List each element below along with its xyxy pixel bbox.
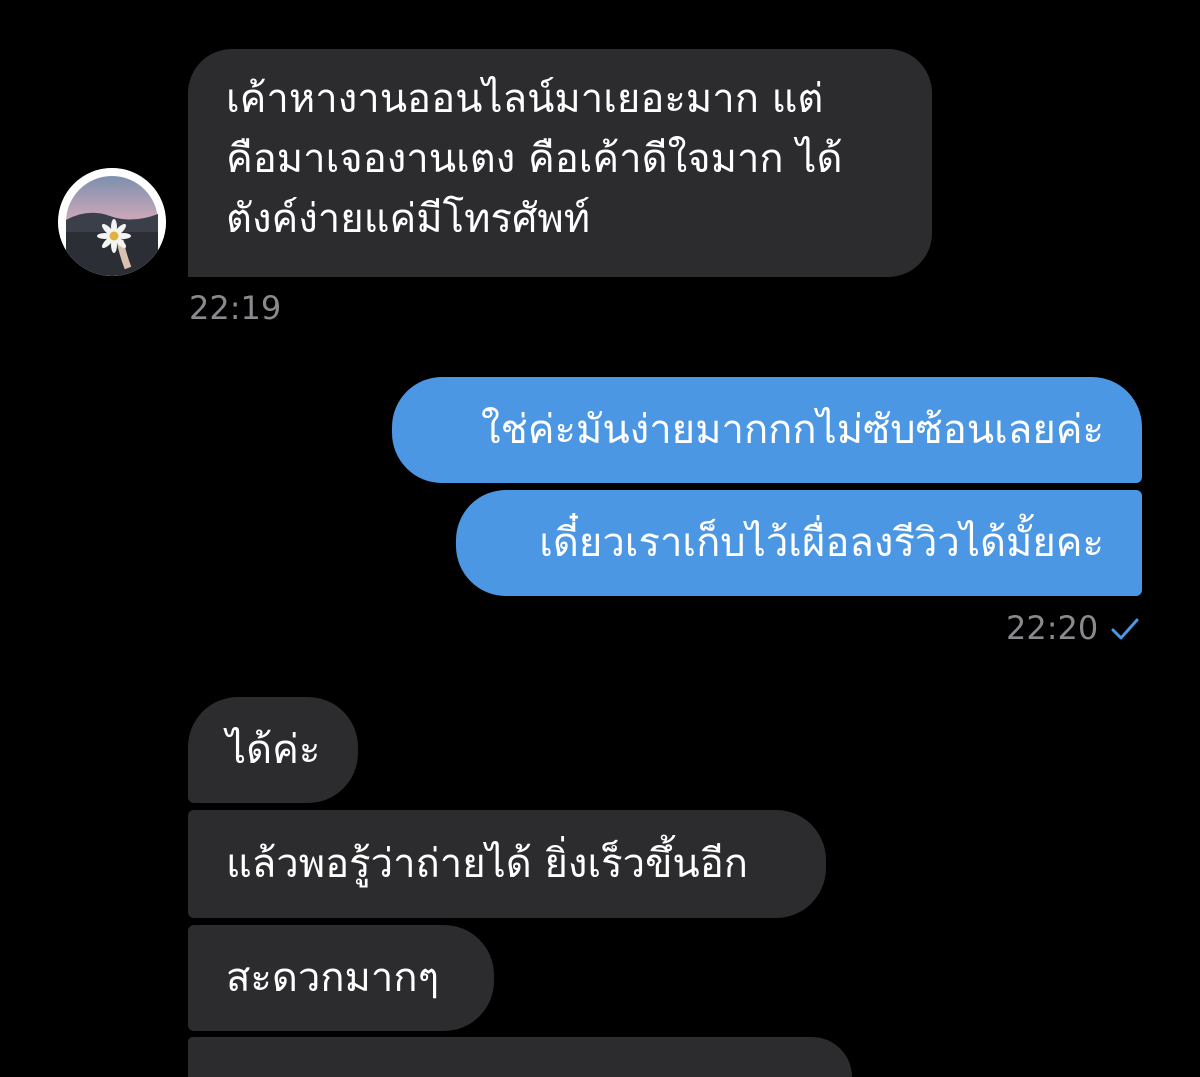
message-text-line: เค้าหางานออนไลน์มาเยอะมาก แต่ (226, 76, 824, 122)
message-text: แล้วพอรู้ว่าถ่ายได้ ยิ่งเร็วขึ้นอีก (226, 841, 748, 887)
message-text: ได้ค่ะ (226, 727, 321, 773)
outgoing-message-bubble[interactable]: ใช่ค่ะมันง่ายมากกกไม่ซับซ้อนเลยค่ะ (392, 377, 1142, 483)
message-text: ใช่ค่ะมันง่ายมากกกไม่ซับซ้อนเลยค่ะ (481, 407, 1104, 453)
incoming-message-bubble[interactable]: ได้ค่ะ (188, 697, 358, 803)
outgoing-message-bubble[interactable]: เดี๋ยวเราเก็บไว้เผื่อลงรีวิวได้มั้ยคะ (456, 490, 1142, 596)
message-timestamp: 22:20 (1006, 609, 1099, 647)
incoming-message-bubble[interactable]: แล้วพอรู้ว่าถ่ายได้ ยิ่งเร็วขึ้นอีก (188, 810, 826, 918)
single-checkmark-icon (1111, 618, 1139, 640)
message-timestamp: 22:19 (189, 289, 282, 327)
message-text: สะดวกมากๆ (226, 955, 440, 1001)
contact-avatar[interactable] (58, 168, 166, 276)
avatar-photo-icon (58, 168, 166, 276)
message-text-line: ตังค์ง่ายแค่มีโทรศัพท์ (226, 196, 591, 242)
message-text: เดี๋ยวเราเก็บไว้เผื่อลงรีวิวได้มั้ยคะ (539, 520, 1104, 566)
message-text-line: คือมาเจองานเตง คือเค้าดีใจมาก ได้ (226, 136, 843, 182)
incoming-message-bubble[interactable]: เค้าหางานออนไลน์มาเยอะมาก แต่ คือมาเจองา… (188, 49, 932, 277)
incoming-message-bubble[interactable]: สะดวกมากๆ (188, 925, 494, 1031)
chat-thread[interactable]: เค้าหางานออนไลน์มาเยอะมาก แต่ คือมาเจองา… (0, 0, 1200, 1077)
incoming-message-bubble-partial[interactable] (188, 1037, 852, 1077)
